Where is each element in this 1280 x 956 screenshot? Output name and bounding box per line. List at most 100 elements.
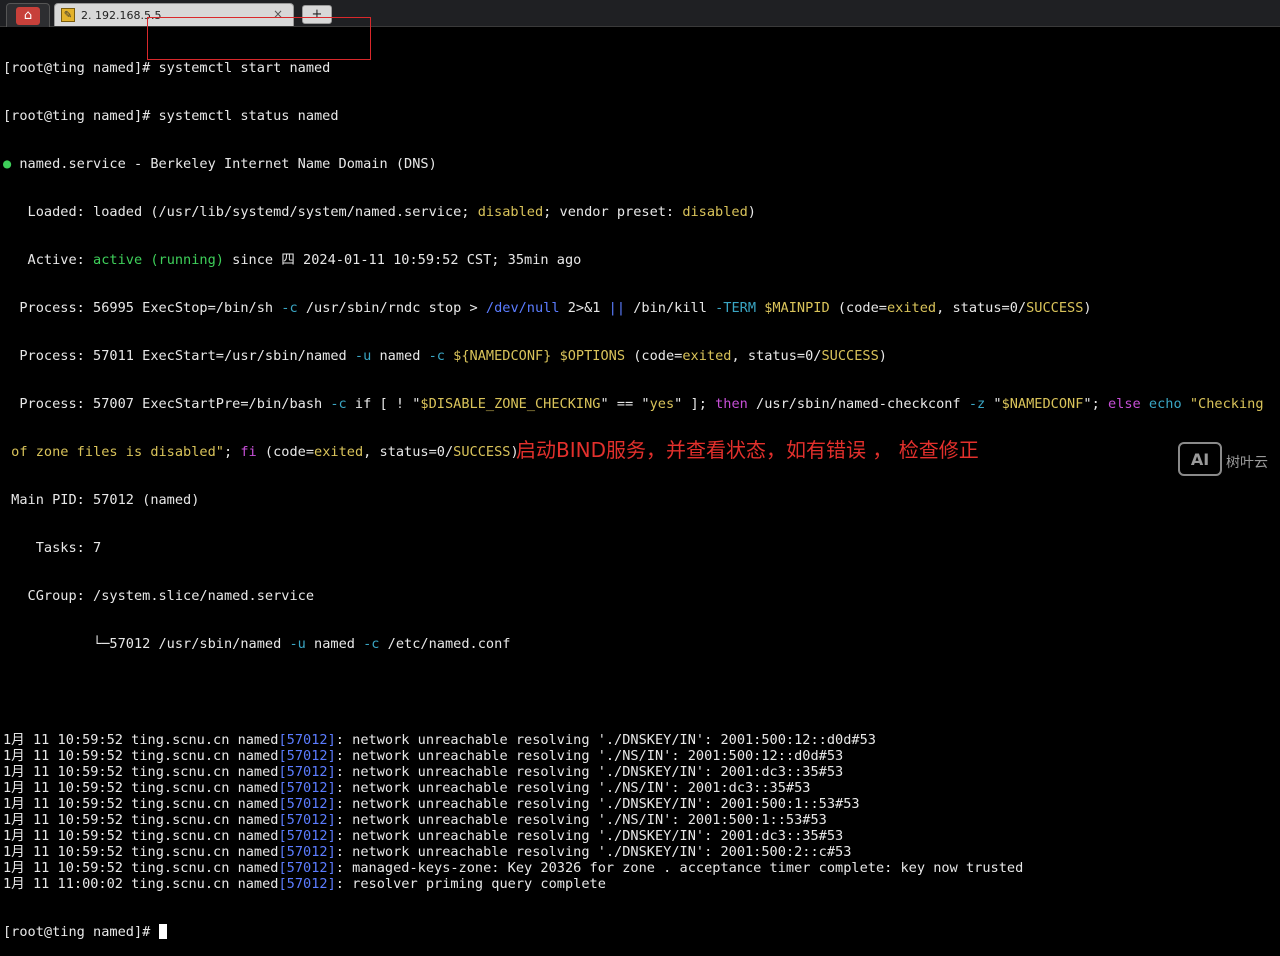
- log-message: : network unreachable resolving './DNSKE…: [335, 764, 844, 780]
- log-pid: [57012]: [278, 844, 336, 860]
- text: /dev/null: [485, 300, 560, 316]
- text: (code=: [256, 444, 315, 460]
- shell-prompt: [root@ting named]#: [3, 108, 159, 124]
- log-pid: [57012]: [278, 876, 336, 892]
- shell-prompt: [root@ting named]#: [3, 60, 159, 76]
- text: exited: [314, 444, 364, 460]
- text: -u: [354, 348, 372, 364]
- text: , status=0/: [363, 444, 454, 460]
- text: of zone files is disabled": [3, 444, 224, 460]
- text: ;: [223, 444, 241, 460]
- terminal-session-icon: ✎: [61, 8, 75, 22]
- text: SUCCESS: [1026, 300, 1084, 316]
- log-line: 1月 11 10:59:52 ting.scnu.cn named[57012]…: [3, 780, 1280, 796]
- text: fi: [240, 444, 257, 460]
- log-prefix: 1月 11 10:59:52 ting.scnu.cn named: [3, 860, 279, 876]
- log-pid: [57012]: [278, 748, 336, 764]
- text: Process: 56995 ExecStop=/bin/sh: [3, 300, 282, 316]
- service-title: named.service - Berkeley Internet Name D…: [11, 156, 437, 172]
- log-pid: [57012]: [278, 860, 336, 876]
- active-status: active (running): [93, 252, 224, 268]
- text: Active:: [3, 252, 94, 268]
- text: (code=: [829, 300, 887, 316]
- log-pid: [57012]: [278, 780, 336, 796]
- log-message: : network unreachable resolving './DNSKE…: [335, 732, 876, 748]
- text: Process: 57007 ExecStartPre=/bin/bash: [3, 396, 331, 412]
- text: $OPTIONS: [559, 348, 626, 364]
- log-message: : managed-keys-zone: Key 20326 for zone …: [335, 860, 1024, 876]
- text: ; vendor preset:: [543, 204, 683, 220]
- terminal-output[interactable]: [root@ting named]# systemctl start named…: [3, 28, 1280, 956]
- text: exited: [886, 300, 937, 316]
- log-prefix: 1月 11 10:59:52 ting.scnu.cn named: [3, 844, 279, 860]
- log-line: 1月 11 10:59:52 ting.scnu.cn named[57012]…: [3, 844, 1280, 860]
- annotation-caption: 启动BIND服务，并查看状态，如有错误 ， 检查修正: [516, 438, 979, 462]
- log-pid: [57012]: [278, 796, 336, 812]
- log-message: : network unreachable resolving './NS/IN…: [335, 812, 827, 828]
- log-prefix: 1月 11 10:59:52 ting.scnu.cn named: [3, 764, 279, 780]
- text: /bin/kill: [625, 300, 716, 316]
- text: -c: [281, 300, 298, 316]
- log-line: 1月 11 11:00:02 ting.scnu.cn named[57012]…: [3, 876, 1280, 892]
- text: [445, 348, 453, 364]
- process-line: Process: 57007 ExecStartPre=/bin/bash -c…: [3, 396, 1280, 412]
- text: ): [1083, 300, 1092, 316]
- log-prefix: 1月 11 10:59:52 ting.scnu.cn named: [3, 780, 279, 796]
- log-line: 1月 11 10:59:52 ting.scnu.cn named[57012]…: [3, 796, 1280, 812]
- log-prefix: 1月 11 10:59:52 ting.scnu.cn named: [3, 748, 279, 764]
- text: -c: [428, 348, 445, 364]
- text: $MAINPID: [764, 300, 830, 316]
- service-title-line: ● named.service - Berkeley Internet Name…: [3, 156, 1280, 172]
- text: , status=0/: [936, 300, 1027, 316]
- text: disabled: [682, 204, 748, 220]
- text: [551, 348, 559, 364]
- text: (code=: [625, 348, 683, 364]
- log-prefix: 1月 11 10:59:52 ting.scnu.cn named: [3, 796, 279, 812]
- log-message: : network unreachable resolving './NS/IN…: [335, 780, 811, 796]
- tasks-line: Tasks: 7: [3, 540, 102, 556]
- text: -z: [968, 396, 986, 412]
- home-icon: ⌂: [16, 6, 40, 25]
- text: -u: [289, 636, 306, 652]
- text: ||: [608, 300, 626, 316]
- cgroup-line: CGroup: /system.slice/named.service: [3, 588, 314, 604]
- text: disabled: [477, 204, 544, 220]
- log-message: : network unreachable resolving './NS/IN…: [335, 748, 844, 764]
- text: 2>&1: [559, 300, 609, 316]
- log-prefix: 1月 11 10:59:52 ting.scnu.cn named: [3, 828, 279, 844]
- log-pid: [57012]: [278, 812, 336, 828]
- cgroup-process-line: └─57012 /usr/sbin/named -u named -c /etc…: [3, 636, 1280, 652]
- highlight-box: [147, 17, 371, 60]
- watermark-logo: AI: [1178, 442, 1222, 476]
- home-tab[interactable]: ⌂: [6, 3, 50, 27]
- log-lines: 1月 11 10:59:52 ting.scnu.cn named[57012]…: [3, 732, 1280, 892]
- log-line: 1月 11 10:59:52 ting.scnu.cn named[57012]…: [3, 732, 1280, 748]
- text: /etc/named.conf: [379, 636, 511, 652]
- log-line: 1月 11 10:59:52 ting.scnu.cn named[57012]…: [3, 764, 1280, 780]
- log-message: : network unreachable resolving './DNSKE…: [335, 796, 860, 812]
- text: named: [371, 348, 429, 364]
- command-text: systemctl status named: [158, 108, 339, 124]
- text: └─57012 /usr/sbin/named: [3, 636, 290, 652]
- text: if [ ! ": [346, 396, 421, 412]
- log-message: : network unreachable resolving './DNSKE…: [335, 844, 852, 860]
- log-message: : network unreachable resolving './DNSKE…: [335, 828, 844, 844]
- text-cursor: [158, 924, 167, 939]
- log-prefix: 1月 11 10:59:52 ting.scnu.cn named: [3, 812, 279, 828]
- text: , status=0/: [731, 348, 822, 364]
- text: yes: [649, 396, 675, 412]
- shell-prompt: [root@ting named]#: [3, 924, 159, 940]
- text: [756, 300, 764, 316]
- log-prefix: 1月 11 11:00:02 ting.scnu.cn named: [3, 876, 279, 892]
- text: "Checking: [1181, 396, 1264, 412]
- terminal-line: [root@ting named]# systemctl status name…: [3, 108, 1280, 124]
- log-line: 1月 11 10:59:52 ting.scnu.cn named[57012]…: [3, 860, 1280, 876]
- main-pid-line: Main PID: 57012 (named): [3, 492, 200, 508]
- text: $DISABLE_ZONE_CHECKING: [420, 396, 601, 412]
- text: ${NAMEDCONF}: [453, 348, 552, 364]
- text: " == ": [600, 396, 650, 412]
- text: since 四 2024-01-11 10:59:52 CST; 35min a…: [223, 252, 582, 268]
- text: " ];: [674, 396, 716, 412]
- text: -c: [363, 636, 380, 652]
- text: /usr/sbin/named-checkconf: [747, 396, 969, 412]
